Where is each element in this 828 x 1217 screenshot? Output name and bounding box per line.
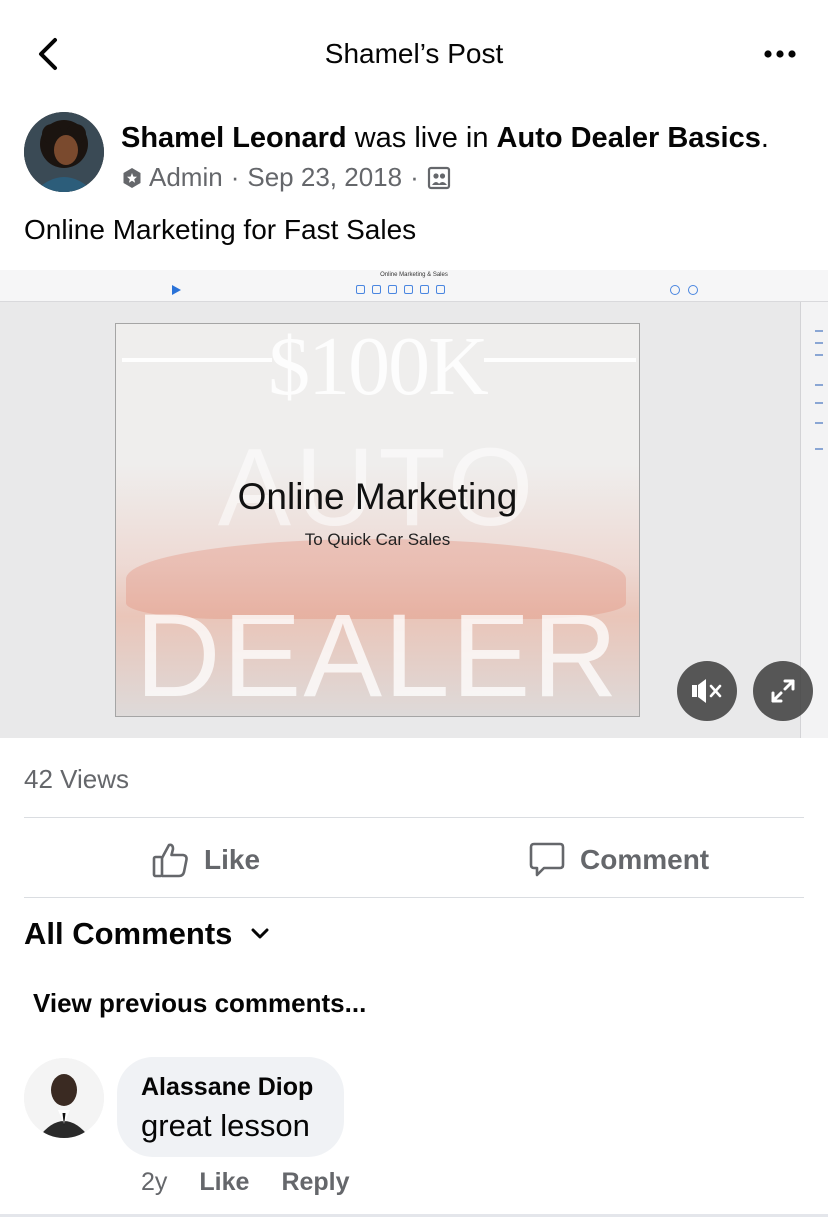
page-title: Shamel’s Post <box>324 38 504 69</box>
media-icon <box>420 285 429 294</box>
toolbar-icons <box>356 285 445 294</box>
more-options-button[interactable] <box>760 38 800 70</box>
video-app-title: Online Marketing & Sales <box>380 272 448 278</box>
divider <box>24 897 804 898</box>
comment-bubble-icon <box>529 842 565 877</box>
wrench-icon <box>688 285 698 295</box>
post-date[interactable]: Sep 23, 2018 <box>247 162 402 193</box>
post-header: Shamel Leonard was live in Auto Dealer B… <box>24 112 814 196</box>
author-avatar[interactable] <box>24 112 104 192</box>
chart-icon <box>372 285 381 294</box>
divider <box>24 817 804 818</box>
author-avatar-image <box>24 112 104 192</box>
more-horizontal-icon <box>764 50 796 58</box>
watermark-price: $100K <box>268 323 489 413</box>
comment-button[interactable]: Comment <box>528 838 709 882</box>
toolbar-right-icons <box>670 285 698 295</box>
commenter-avatar[interactable] <box>24 1058 104 1138</box>
comment-author[interactable]: Alassane Diop <box>141 1073 320 1102</box>
comment-filter-dropdown[interactable]: All Comments <box>24 916 270 952</box>
author-line: Shamel Leonard was live in Auto Dealer B… <box>121 122 769 155</box>
commenter-avatar-image <box>24 1058 104 1138</box>
collaborate-icon <box>670 285 680 295</box>
comment-filter-label: All Comments <box>24 916 233 951</box>
comment-icon <box>436 285 445 294</box>
like-button[interactable]: Like <box>152 838 260 882</box>
play-icon <box>172 285 181 295</box>
speaker-muted-icon <box>692 679 722 703</box>
comment-like-button[interactable]: Like <box>199 1168 249 1197</box>
thumbs-up-icon <box>152 843 188 878</box>
action-text: was live in <box>354 122 489 154</box>
expand-icon <box>771 679 795 703</box>
group-name[interactable]: Auto Dealer Basics <box>497 122 761 154</box>
chevron-down-icon <box>251 928 269 939</box>
author-name[interactable]: Shamel Leonard <box>121 122 347 154</box>
video-app-toolbar: Online Marketing & Sales <box>0 270 828 302</box>
period: . <box>760 122 769 154</box>
admin-role: Admin <box>149 162 223 192</box>
presentation-slide: $100K AUTO DEALER Online Marketing To Qu… <box>115 323 640 717</box>
table-icon <box>356 285 365 294</box>
comment-actions: 2y Like Reply <box>141 1168 350 1197</box>
post-meta: Admin · Sep 23, 2018 · <box>121 162 451 193</box>
admin-badge-icon <box>123 167 141 188</box>
top-bar: Shamel’s Post <box>0 0 828 110</box>
comment-bubble: Alassane Diop great lesson <box>117 1057 344 1157</box>
shape-icon <box>404 285 413 294</box>
comment-label: Comment <box>580 844 710 875</box>
comment-age: 2y <box>141 1168 168 1196</box>
fullscreen-button[interactable] <box>753 661 813 721</box>
view-count: 42 Views <box>24 764 130 794</box>
meta-separator: · <box>410 162 419 192</box>
group-icon <box>427 166 450 189</box>
mute-button[interactable] <box>677 661 737 721</box>
live-video-player[interactable]: Online Marketing & Sales $100K AUTO DEAL… <box>0 270 828 738</box>
slide-title: Online Marketing <box>237 476 518 517</box>
comment-text: great lesson <box>141 1108 310 1143</box>
post-text: Online Marketing for Fast Sales <box>24 214 417 245</box>
view-previous-comments-link[interactable]: View previous comments... <box>33 988 366 1019</box>
comment-reply-button[interactable]: Reply <box>281 1168 349 1197</box>
meta-separator: · <box>230 162 240 192</box>
like-label: Like <box>204 844 261 875</box>
slide-subtitle: To Quick Car Sales <box>304 530 451 549</box>
watermark-dealer: DEALER <box>135 590 620 717</box>
text-icon <box>388 285 397 294</box>
